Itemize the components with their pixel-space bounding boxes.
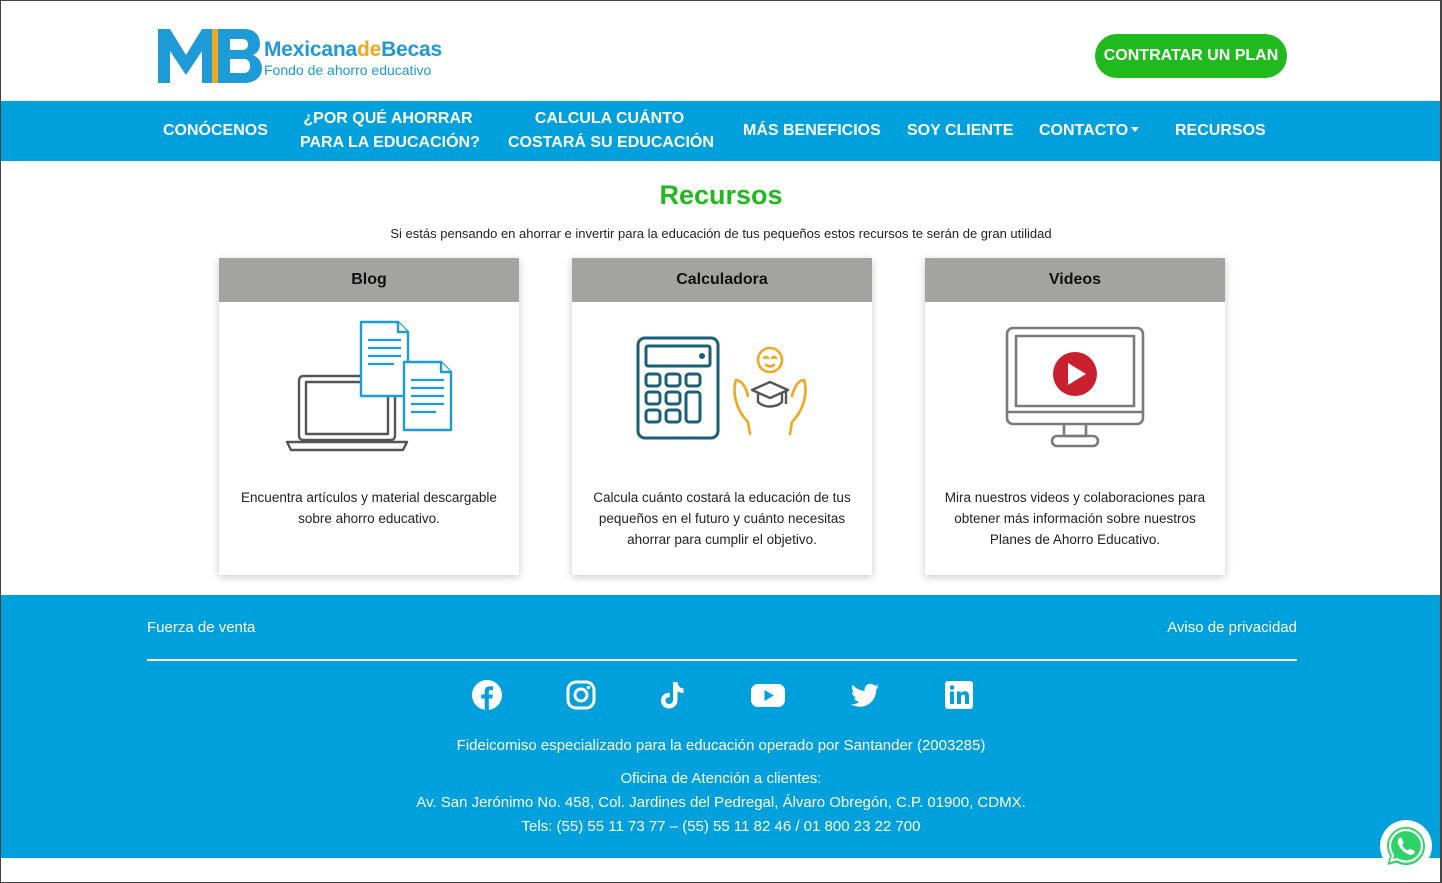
social-links bbox=[0, 679, 1442, 713]
resource-card-calculadora[interactable]: Calculadora Calcula cuánto costará la ed… bbox=[572, 258, 872, 575]
tiktok-icon[interactable] bbox=[656, 679, 688, 711]
facebook-icon[interactable] bbox=[471, 679, 503, 711]
sales-force-link[interactable]: Fuerza de venta bbox=[147, 619, 255, 636]
nav-item-soy-cliente[interactable]: SOY CLIENTE bbox=[907, 119, 1013, 143]
nav-item-por-que-ahorrar[interactable]: ¿POR QUÉ AHORRAR PARA LA EDUCACIÓN? bbox=[300, 107, 480, 155]
logo-mark-icon bbox=[158, 29, 262, 83]
trust-text: Fideicomiso especializado para la educac… bbox=[456, 737, 986, 754]
logo-text: MexicanadeBecas Fondo de ahorro educativ… bbox=[264, 38, 442, 78]
card-title: Videos bbox=[925, 258, 1225, 302]
chevron-down-icon bbox=[1131, 127, 1140, 133]
twitter-icon[interactable] bbox=[849, 679, 881, 711]
office-address: Av. San Jerónimo No. 458, Col. Jardines … bbox=[416, 794, 1026, 811]
contract-plan-button[interactable]: CONTRATAR UN PLAN bbox=[1095, 34, 1287, 78]
footer-divider bbox=[147, 659, 1297, 661]
instagram-icon[interactable] bbox=[565, 679, 597, 711]
office-phones: Tels: (55) 55 11 73 77 – (55) 55 11 82 4… bbox=[521, 818, 921, 835]
brand-name: MexicanadeBecas bbox=[264, 38, 442, 61]
card-title: Calculadora bbox=[572, 258, 872, 302]
card-description: Mira nuestros videos y colaboraciones pa… bbox=[944, 490, 1206, 547]
laptop-documents-icon bbox=[219, 318, 519, 458]
youtube-icon[interactable] bbox=[750, 679, 786, 711]
office-title: Oficina de Atención a clientes: bbox=[620, 770, 822, 787]
brand-tagline: Fondo de ahorro educativo bbox=[264, 62, 432, 78]
site-header: MexicanadeBecas Fondo de ahorro educativ… bbox=[0, 0, 1442, 101]
logo[interactable]: MexicanadeBecas Fondo de ahorro educativ… bbox=[156, 24, 456, 86]
card-title: Blog bbox=[219, 258, 519, 302]
nav-item-conocenos[interactable]: CONÓCENOS bbox=[163, 119, 268, 143]
nav-item-contacto[interactable]: CONTACTO bbox=[1039, 119, 1140, 143]
privacy-notice-link[interactable]: Aviso de privacidad bbox=[1167, 619, 1297, 636]
nav-item-calcula-cuanto[interactable]: CALCULA CUÁNTO COSTARÁ SU EDUCACIÓN bbox=[508, 107, 714, 155]
page-subtitle: Si estás pensando en ahorrar e invertir … bbox=[390, 226, 1052, 241]
main-nav: CONÓCENOS ¿POR QUÉ AHORRAR PARA LA EDUCAC… bbox=[0, 101, 1442, 161]
whatsapp-icon[interactable] bbox=[1379, 819, 1433, 873]
monitor-play-icon bbox=[925, 318, 1225, 458]
nav-item-recursos[interactable]: RECURSOS bbox=[1175, 119, 1266, 143]
card-description: Calcula cuánto costará la educación de t… bbox=[593, 490, 851, 547]
page-title: Recursos bbox=[659, 180, 783, 210]
resource-card-blog[interactable]: Blog Encuentra artículos y material desc… bbox=[219, 258, 519, 575]
card-description: Encuentra artículos y material descargab… bbox=[241, 490, 497, 526]
site-footer: Fuerza de venta Aviso de privacidad Fide… bbox=[0, 595, 1442, 858]
linkedin-icon[interactable] bbox=[943, 679, 975, 711]
nav-item-mas-beneficios[interactable]: MÁS BENEFICIOS bbox=[743, 119, 881, 143]
calculator-child-icon bbox=[572, 318, 872, 458]
resource-card-videos[interactable]: Videos Mira nuestros videos y colaboraci… bbox=[925, 258, 1225, 575]
